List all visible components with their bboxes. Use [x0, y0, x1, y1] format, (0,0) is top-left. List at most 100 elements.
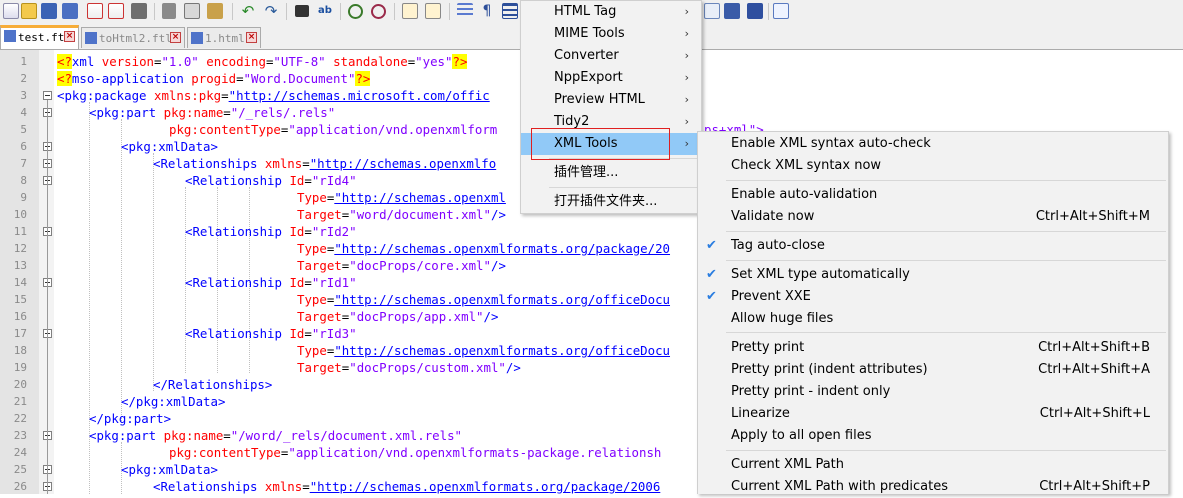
menu-separator: [726, 450, 1166, 451]
xml-menu-item-apply-to-all-open-files[interactable]: Apply to all open files: [698, 425, 1168, 447]
line-number: 13: [13, 259, 27, 272]
xml-menu-item-prevent-xxe[interactable]: ✔ Prevent XXE: [698, 286, 1168, 308]
tab-1-html[interactable]: 1.html ×: [187, 27, 261, 48]
menu-item-converter[interactable]: Converter ›: [521, 45, 701, 67]
toolbar-separator: [154, 3, 155, 20]
line-number: 20: [13, 378, 27, 391]
toolbar-separator: [232, 3, 233, 20]
xml-menu-item-pretty-print[interactable]: Pretty print Ctrl+Alt+Shift+B: [698, 337, 1168, 359]
menu-item-html-tag[interactable]: HTML Tag ›: [521, 1, 701, 23]
submenu-arrow-icon: ›: [684, 49, 689, 62]
line-number: 9: [20, 191, 27, 204]
macro-play-icon[interactable]: [704, 3, 720, 19]
menu-item-plugin-manager[interactable]: 插件管理...: [521, 162, 701, 184]
code-line-19: Target="docProps/custom.xml"/>: [297, 360, 521, 375]
show-all-chars-icon[interactable]: ¶: [479, 3, 495, 19]
sync-horizontal-icon[interactable]: [425, 3, 441, 19]
file-saved-icon: [85, 32, 97, 44]
undo-icon[interactable]: ↶: [240, 3, 256, 19]
menu-item-label: Set XML type automatically: [731, 267, 910, 282]
menu-item-mime-tools[interactable]: MIME Tools ›: [521, 23, 701, 45]
copy-icon[interactable]: [184, 3, 200, 19]
sync-vertical-icon[interactable]: [402, 3, 418, 19]
xml-menu-item-enable-auto-validation[interactable]: Enable auto-validation: [698, 184, 1168, 206]
submenu-arrow-icon: ›: [684, 137, 689, 150]
line-number: 11: [13, 225, 27, 238]
xml-menu-item-check-xml-syntax-now[interactable]: Check XML syntax now: [698, 155, 1168, 177]
menu-item-label: Converter: [554, 48, 619, 63]
xml-menu-item-pretty-print-indent-only[interactable]: Pretty print - indent only: [698, 381, 1168, 403]
paste-icon[interactable]: [207, 3, 223, 19]
xml-menu-item-pretty-print-indent-attributes[interactable]: Pretty print (indent attributes) Ctrl+Alt…: [698, 359, 1168, 381]
file-saved-icon: [4, 30, 16, 42]
menu-item-nppexport[interactable]: NppExport ›: [521, 67, 701, 89]
xml-menu-item-set-xml-type-automatically[interactable]: ✔ Set XML type automatically: [698, 264, 1168, 286]
line-number: 8: [20, 174, 27, 187]
close-tab-icon[interactable]: ×: [64, 31, 75, 42]
redo-icon[interactable]: ↷: [263, 3, 279, 19]
code-line-11: <Relationship Id="rId2": [185, 224, 357, 239]
tab-tohtml2-ftl[interactable]: toHtml2.ftl ×: [81, 27, 185, 48]
indent-guide: [121, 119, 122, 425]
line-number: 12: [13, 242, 27, 255]
line-number: 18: [13, 344, 27, 357]
close-all-icon[interactable]: [108, 3, 124, 19]
fold-line: [47, 100, 48, 494]
menu-item-label: Prevent XXE: [731, 289, 811, 304]
save-icon[interactable]: [41, 3, 57, 19]
xml-menu-item-current-xml-path-with-predicates[interactable]: Current XML Path with predicates Ctrl+Alt…: [698, 476, 1168, 498]
menu-item-label: Pretty print: [731, 340, 805, 355]
line-number: 25: [13, 463, 27, 476]
fold-toggle[interactable]: [43, 91, 52, 100]
file-saved-icon: [191, 32, 203, 44]
xml-menu-item-current-xml-path[interactable]: Current XML Path: [698, 454, 1168, 476]
toolbar-separator: [768, 3, 769, 20]
close-tab-icon[interactable]: ×: [246, 32, 257, 43]
xml-menu-item-tag-auto-close[interactable]: ✔ Tag auto-close: [698, 235, 1168, 257]
menu-separator: [549, 187, 699, 188]
zoom-in-icon[interactable]: [348, 4, 363, 19]
save-all-icon[interactable]: [62, 3, 78, 19]
zoom-out-icon[interactable]: [371, 4, 386, 19]
menu-item-label: Pretty print - indent only: [731, 384, 891, 399]
macro-run-multiple-icon[interactable]: [724, 3, 740, 19]
plugins-dropdown-menu: HTML Tag › MIME Tools › Converter › NppExport ›…: [520, 0, 702, 214]
xml-menu-item-validate-now[interactable]: Validate now Ctrl+Alt+Shift+M: [698, 206, 1168, 228]
replace-icon[interactable]: ab: [318, 3, 334, 19]
line-number: 6: [20, 140, 27, 153]
menu-item-shortcut: Ctrl+Alt+Shift+L: [1039, 406, 1150, 421]
line-number: 10: [13, 208, 27, 221]
menu-item-preview-html[interactable]: Preview HTML ›: [521, 89, 701, 111]
menu-item-label: Preview HTML: [554, 92, 645, 107]
code-line-13: Target="docProps/core.xml"/>: [297, 258, 506, 273]
cut-icon[interactable]: [162, 3, 176, 19]
xml-menu-item-enable-xml-syntax-auto-check[interactable]: Enable XML syntax auto-check: [698, 133, 1168, 155]
menu-item-label: Apply to all open files: [731, 428, 872, 443]
menu-item-label: Current XML Path with predicates: [731, 479, 949, 494]
menu-separator: [726, 231, 1166, 232]
code-line-21: </pkg:xmlData>: [121, 394, 226, 409]
indent-guide: [153, 153, 154, 391]
xml-menu-item-allow-huge-files[interactable]: Allow huge files: [698, 308, 1168, 330]
word-wrap-icon[interactable]: [457, 3, 473, 19]
macro-save-icon[interactable]: [747, 3, 763, 19]
code-line-8: <Relationship Id="rId4": [185, 173, 357, 188]
submenu-arrow-icon: ›: [684, 93, 689, 106]
toolbar-separator: [449, 3, 450, 20]
close-icon[interactable]: [87, 3, 103, 19]
menu-separator: [726, 260, 1166, 261]
document-map-icon[interactable]: [773, 3, 789, 19]
tab-test-ftl[interactable]: test.ftl ×: [0, 25, 79, 49]
open-file-icon[interactable]: [21, 3, 37, 19]
line-number: 24: [13, 446, 27, 459]
line-number: 23: [13, 429, 27, 442]
xml-menu-item-linearize[interactable]: Linearize Ctrl+Alt+Shift+L: [698, 403, 1168, 425]
find-icon[interactable]: [295, 5, 309, 17]
indent-guide-icon[interactable]: [502, 3, 518, 19]
code-line-3: <pkg:package xmlns:pkg="http://schemas.m…: [57, 88, 490, 103]
new-file-icon[interactable]: [3, 3, 19, 19]
menu-item-open-plugins-folder[interactable]: 打开插件文件夹...: [521, 191, 701, 213]
print-icon[interactable]: [131, 3, 147, 19]
close-tab-icon[interactable]: ×: [170, 32, 181, 43]
line-number: 4: [20, 106, 27, 119]
